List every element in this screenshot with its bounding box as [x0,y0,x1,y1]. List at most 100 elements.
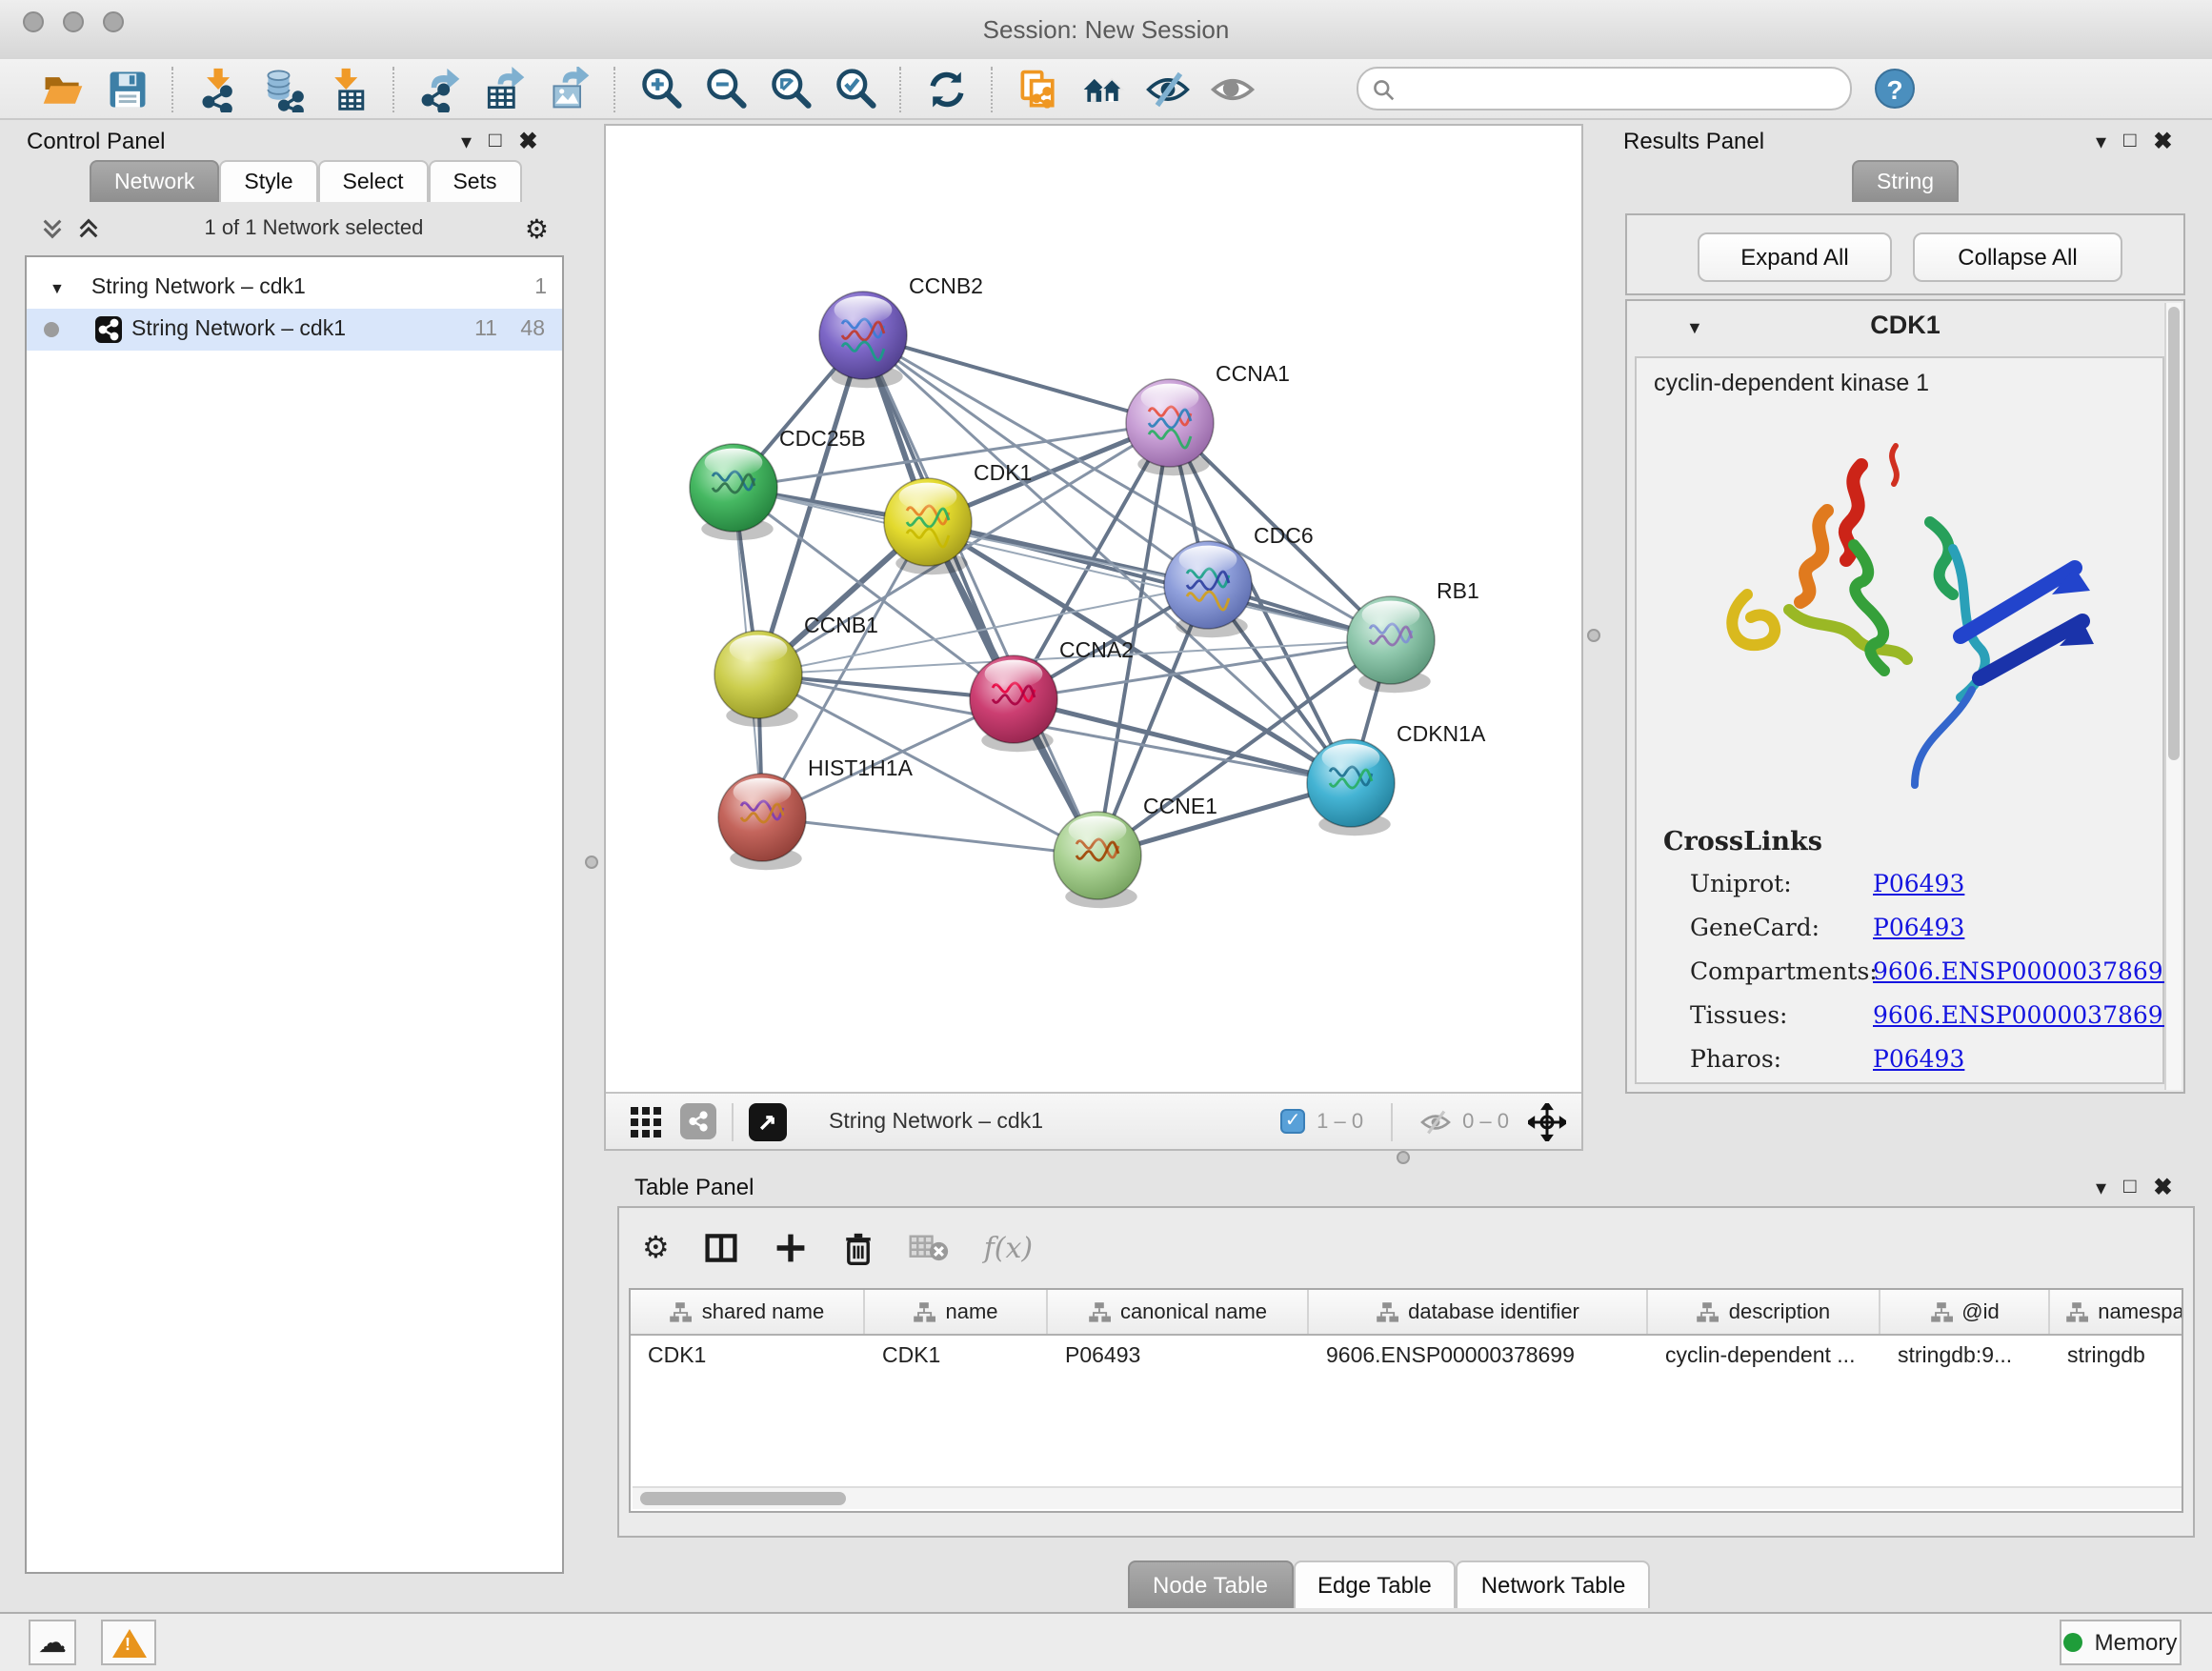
table-cell[interactable]: cyclin-dependent ... [1648,1336,1880,1376]
open-session-button[interactable] [30,62,95,115]
birds-eye-view-icon[interactable] [749,1102,787,1140]
column-header-database-identifier[interactable]: database identifier [1309,1290,1648,1334]
enhance-labels-button[interactable] [1136,62,1200,115]
help-button[interactable]: ? [1875,69,1915,109]
tab-network-table[interactable]: Network Table [1457,1560,1651,1608]
tab-sets[interactable]: Sets [428,160,521,202]
tab-node-table[interactable]: Node Table [1128,1560,1293,1608]
panel-close-icon[interactable]: ✖ [2153,128,2172,154]
column-header-name[interactable]: name [865,1290,1048,1334]
network-edge[interactable] [928,522,1391,640]
table-cell[interactable]: CDK1 [865,1336,1048,1376]
add-column-icon[interactable] [774,1231,809,1265]
panel-menu-icon[interactable]: ▾ [2096,129,2106,153]
panel-menu-icon[interactable]: ▾ [461,129,472,153]
table-cell[interactable]: P06493 [1048,1336,1309,1376]
warnings-button[interactable]: ! [101,1620,156,1665]
network-edge[interactable] [762,817,1097,856]
network-node-hist1h1a[interactable]: HIST1H1A [718,755,914,870]
search-input[interactable] [1395,75,1837,102]
crosslink-value-link[interactable]: P06493 [1873,1044,1964,1073]
delete-column-trash-icon[interactable] [843,1230,875,1266]
left-splitter-handle[interactable] [585,856,598,869]
table-cell[interactable]: stringdb [2050,1336,2183,1376]
table-cell[interactable]: CDK1 [631,1336,865,1376]
grid-view-icon[interactable] [629,1104,663,1138]
scrollbar-thumb[interactable] [640,1492,846,1505]
network-node-cdk1[interactable]: CDK1 [884,460,1032,574]
show-hide-panel-button[interactable] [1200,62,1265,115]
string-home-button[interactable] [1071,62,1136,115]
crosslink-value-link[interactable]: P06493 [1873,869,1964,897]
function-builder-icon[interactable]: f(x) [984,1231,1033,1265]
import-network-from-database-button[interactable] [251,62,316,115]
table-cell[interactable]: stringdb:9... [1880,1336,2050,1376]
show-columns-icon[interactable] [704,1231,740,1265]
panel-float-icon[interactable]: □ [2123,130,2136,152]
collapse-all-button[interactable]: Collapse All [1913,232,2122,282]
string-protein-query-button[interactable] [1006,62,1071,115]
panel-float-icon[interactable]: □ [489,130,501,152]
tab-style[interactable]: Style [219,160,317,202]
network-node-cdc6[interactable]: CDC6 [1164,523,1314,637]
column-header-canonical-name[interactable]: canonical name [1048,1290,1309,1334]
tab-select[interactable]: Select [318,160,429,202]
network-share-view-icon[interactable] [680,1103,716,1139]
panel-close-icon[interactable]: ✖ [2153,1174,2172,1200]
tab-edge-table[interactable]: Edge Table [1293,1560,1457,1608]
panel-close-icon[interactable]: ✖ [518,128,537,154]
import-network-icon [196,66,242,111]
network-node-cdkn1a[interactable]: CDKN1A [1307,721,1486,836]
memory-button[interactable]: Memory [2060,1620,2182,1665]
tab-network[interactable]: Network [90,160,219,202]
network-canvas[interactable]: CCNB2CCNA1CDC25BCDK1CDC6RB1CCNB1CCNA2CDK… [606,126,1581,1092]
zoom-out-button[interactable] [694,62,758,115]
network-options-gear-icon[interactable]: ⚙ [525,212,549,245]
column-header--id[interactable]: @id [1880,1290,2050,1334]
crosslink-value-link[interactable]: P06493 [1873,913,1964,941]
export-table-button[interactable] [473,62,537,115]
save-session-button[interactable] [95,62,160,115]
expand-all-chevron-icon[interactable] [74,213,103,244]
network-node-rb1[interactable]: RB1 [1347,578,1479,693]
network-collection-row[interactable]: ▼ String Network – cdk1 1 [27,267,562,309]
network-node-cdc25b[interactable]: CDC25B [690,426,866,540]
right-splitter-handle[interactable] [1587,629,1600,642]
zoom-selected-button[interactable] [823,62,888,115]
panel-menu-icon[interactable]: ▾ [2096,1175,2106,1199]
panel-float-icon[interactable]: □ [2123,1176,2136,1198]
apply-style-refresh-button[interactable] [915,62,979,115]
table-options-gear-icon[interactable]: ⚙ [642,1229,670,1267]
column-hierarchy-icon [2065,1300,2088,1323]
network-view[interactable]: CCNB2CCNA1CDC25BCDK1CDC6RB1CCNB1CCNA2CDK… [604,124,1583,1151]
import-network-button[interactable] [187,62,251,115]
zoom-in-button[interactable] [629,62,694,115]
column-header-description[interactable]: description [1648,1290,1880,1334]
column-hierarchy-icon [1088,1300,1111,1323]
table-row[interactable]: CDK1CDK1P064939606.ENSP00000378699cyclin… [631,1336,2182,1376]
column-header-shared-name[interactable]: shared name [631,1290,865,1334]
tab-string[interactable]: String [1852,160,1959,202]
cloud-status-button[interactable]: ☁ [29,1620,76,1665]
column-header-namespac[interactable]: namespac [2050,1290,2183,1334]
network-row-selected[interactable]: String Network – cdk1 11 48 [27,309,562,351]
node-label: CCNA1 [1216,361,1290,386]
collection-expand-arrow-icon[interactable]: ▼ [50,279,65,296]
collapse-all-chevron-icon[interactable] [38,213,67,244]
import-table-button[interactable] [316,62,381,115]
table-horizontal-scrollbar[interactable] [633,1486,2183,1509]
bottom-splitter-handle[interactable] [1397,1151,1410,1164]
zoom-fit-button[interactable] [758,62,823,115]
crosslink-value-link[interactable]: 9606.ENSP00000378699 [1873,956,2179,985]
network-view-title: String Network – cdk1 [829,1110,1043,1133]
table-cell[interactable]: 9606.ENSP00000378699 [1309,1336,1648,1376]
selected-checkbox-icon[interactable]: ✓ [1280,1109,1305,1134]
export-image-button[interactable] [537,62,602,115]
delete-table-icon[interactable] [910,1233,950,1263]
results-scrollbar-thumb[interactable] [2168,307,2180,760]
expand-all-button[interactable]: Expand All [1698,232,1892,282]
pan-crosshair-icon[interactable] [1528,1102,1566,1140]
results-scrollbar[interactable] [2164,303,2182,1090]
export-network-button[interactable] [408,62,473,115]
crosslink-value-link[interactable]: 9606.ENSP00000378699 [1873,1000,2179,1029]
